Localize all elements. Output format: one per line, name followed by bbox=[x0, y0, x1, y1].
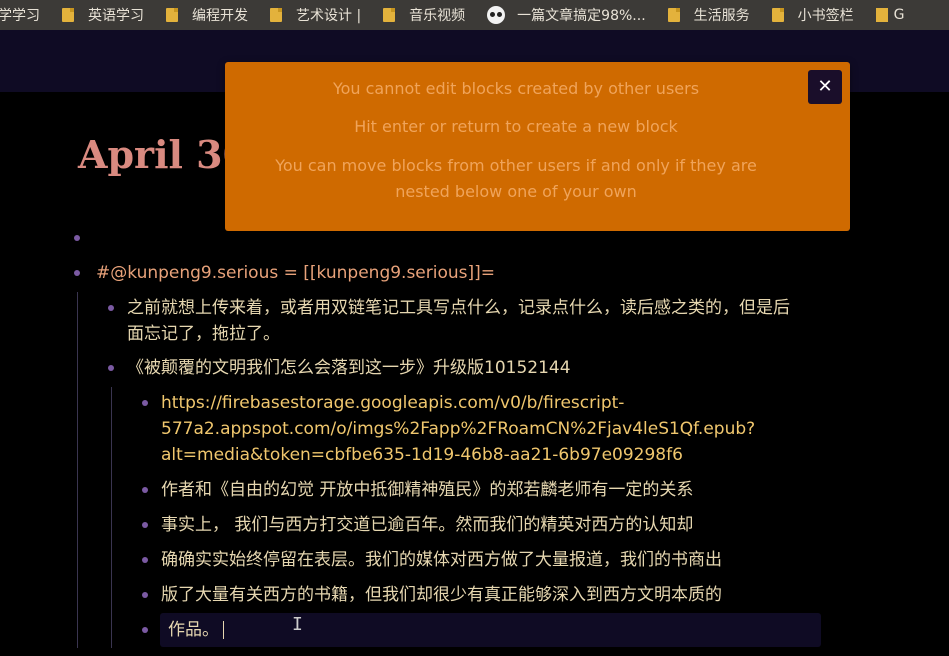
bookmark-english[interactable]: 英语学习 bbox=[62, 5, 144, 25]
block-bullet[interactable] bbox=[74, 270, 80, 276]
block-bullet[interactable] bbox=[142, 522, 148, 528]
bookmark-label: 一篇文章搞定98%... bbox=[517, 8, 646, 24]
indent-guide bbox=[77, 292, 78, 648]
bookmark-article[interactable]: 一篇文章搞定98%... bbox=[487, 5, 646, 25]
indent-guide bbox=[111, 387, 112, 648]
bookmark-study[interactable]: 学学习 bbox=[0, 5, 40, 25]
toast-message: You can move blocks from other users if … bbox=[275, 156, 757, 175]
url-line: 577a2.appspot.com/o/imgs%2Fapp%2FRoamCN%… bbox=[161, 419, 756, 439]
folder-icon bbox=[270, 8, 282, 22]
ibeam-cursor-icon: I bbox=[292, 614, 303, 635]
page-tag[interactable]: #@kunpeng9.serious bbox=[96, 263, 278, 283]
bookmark-label: 艺术设计 | bbox=[296, 8, 362, 24]
page-link[interactable]: [[kunpeng9.serious]] bbox=[303, 263, 481, 283]
folder-icon bbox=[875, 8, 888, 22]
block-text: 版了大量有关西方的书籍，但我们却很少有真正能够深入到西方文明本质的 bbox=[161, 585, 722, 605]
panda-icon bbox=[487, 6, 506, 24]
block-bullet[interactable] bbox=[108, 305, 114, 311]
text-caret bbox=[223, 621, 224, 639]
bookmark-label: 生活服务 bbox=[693, 8, 750, 24]
bookmark-music[interactable]: 音乐视频 bbox=[383, 5, 465, 25]
block-book-title[interactable]: 《被颠覆的文明我们怎么会落到这一步》升级版10152144 bbox=[127, 355, 571, 381]
block-editor[interactable] bbox=[160, 613, 821, 647]
close-icon[interactable]: ✕ bbox=[808, 70, 842, 104]
block-note[interactable]: 作者和《自由的幻觉 开放中抵御精神殖民》的郑若麟老师有一定的关系 bbox=[161, 477, 693, 503]
bookmarks-bar: 学学习 英语学习 编程开发 艺术设计 | 音乐视频 一篇文章搞定98%... 生… bbox=[0, 0, 949, 30]
bookmark-label: 音乐视频 bbox=[409, 8, 466, 24]
block-text: = bbox=[480, 263, 496, 283]
block-bullet[interactable] bbox=[142, 592, 148, 598]
bookmark-art[interactable]: 艺术设计 | bbox=[270, 5, 361, 25]
bookmark-label: 小书签栏 bbox=[797, 8, 854, 24]
block-note-editing[interactable]: 作品。 bbox=[168, 617, 224, 643]
block-text: = bbox=[278, 263, 304, 283]
bookmark-g[interactable]: G bbox=[875, 7, 905, 23]
block-bullet[interactable] bbox=[108, 365, 114, 371]
block-text: 事实上， 我们与西方打交道已逾百年。然而我们的精英对西方的认知却 bbox=[161, 515, 694, 535]
block-bullet[interactable] bbox=[142, 557, 148, 563]
block-note[interactable]: 事实上， 我们与西方打交道已逾百年。然而我们的精英对西方的认知却 bbox=[161, 512, 693, 538]
bookmark-bar[interactable]: 小书签栏 bbox=[771, 5, 854, 25]
block-bullet[interactable] bbox=[142, 487, 148, 493]
url-line: https://firebasestorage.googleapis.com/v… bbox=[161, 393, 625, 413]
block-note[interactable]: 之前就想上传来着，或者用双链笔记工具写点什么，记录点什么，读后感之类的，但是后 … bbox=[127, 295, 790, 347]
toast-notification: You cannot edit blocks created by other … bbox=[225, 62, 850, 231]
folder-icon bbox=[667, 8, 680, 22]
block-url-link[interactable]: https://firebasestorage.googleapis.com/v… bbox=[161, 390, 755, 468]
block-note[interactable]: 确确实实始终停留在表层。我们的媒体对西方做了大量报道，我们的书商出 bbox=[161, 547, 722, 573]
folder-icon bbox=[166, 8, 178, 22]
url-line: alt=media&token=cbfbe635-1d19-46b8-aa21-… bbox=[161, 445, 683, 465]
bookmark-label: 学学习 bbox=[0, 8, 40, 24]
bookmark-label: G bbox=[893, 7, 905, 23]
toast-message: Hit enter or return to create a new bloc… bbox=[354, 117, 678, 136]
block-text: 作者和《自由的幻觉 开放中抵御精神殖民》的郑若麟老师有一定的关系 bbox=[161, 480, 694, 500]
folder-icon bbox=[771, 8, 784, 22]
folder-icon bbox=[383, 8, 396, 22]
block-text-line: 面忘记了，拖拉了。 bbox=[127, 324, 280, 344]
block-note[interactable]: 版了大量有关西方的书籍，但我们却很少有真正能够深入到西方文明本质的 bbox=[161, 582, 722, 608]
block-text: 确确实实始终停留在表层。我们的媒体对西方做了大量报道，我们的书商出 bbox=[161, 550, 722, 570]
block-bullet[interactable] bbox=[142, 400, 148, 406]
block-bullet[interactable] bbox=[74, 235, 80, 241]
bookmark-label: 编程开发 bbox=[192, 8, 248, 24]
toast-message: You cannot edit blocks created by other … bbox=[332, 79, 700, 98]
bookmark-programming[interactable]: 编程开发 bbox=[166, 5, 248, 25]
toast-message: nested below one of your own bbox=[395, 182, 637, 201]
block-text-line: 之前就想上传来着，或者用双链笔记工具写点什么，记录点什么，读后感之类的，但是后 bbox=[127, 298, 790, 318]
bookmark-life[interactable]: 生活服务 bbox=[667, 5, 750, 25]
folder-icon bbox=[62, 8, 74, 22]
block-text: 作品。 bbox=[168, 620, 219, 640]
block-bullet[interactable] bbox=[142, 627, 148, 633]
block-text: 《被颠覆的文明我们怎么会落到这一步》升级版10152144 bbox=[127, 358, 571, 378]
block-ref[interactable]: #@kunpeng9.serious = [[kunpeng9.serious]… bbox=[96, 260, 495, 286]
bookmark-label: 英语学习 bbox=[88, 8, 144, 24]
